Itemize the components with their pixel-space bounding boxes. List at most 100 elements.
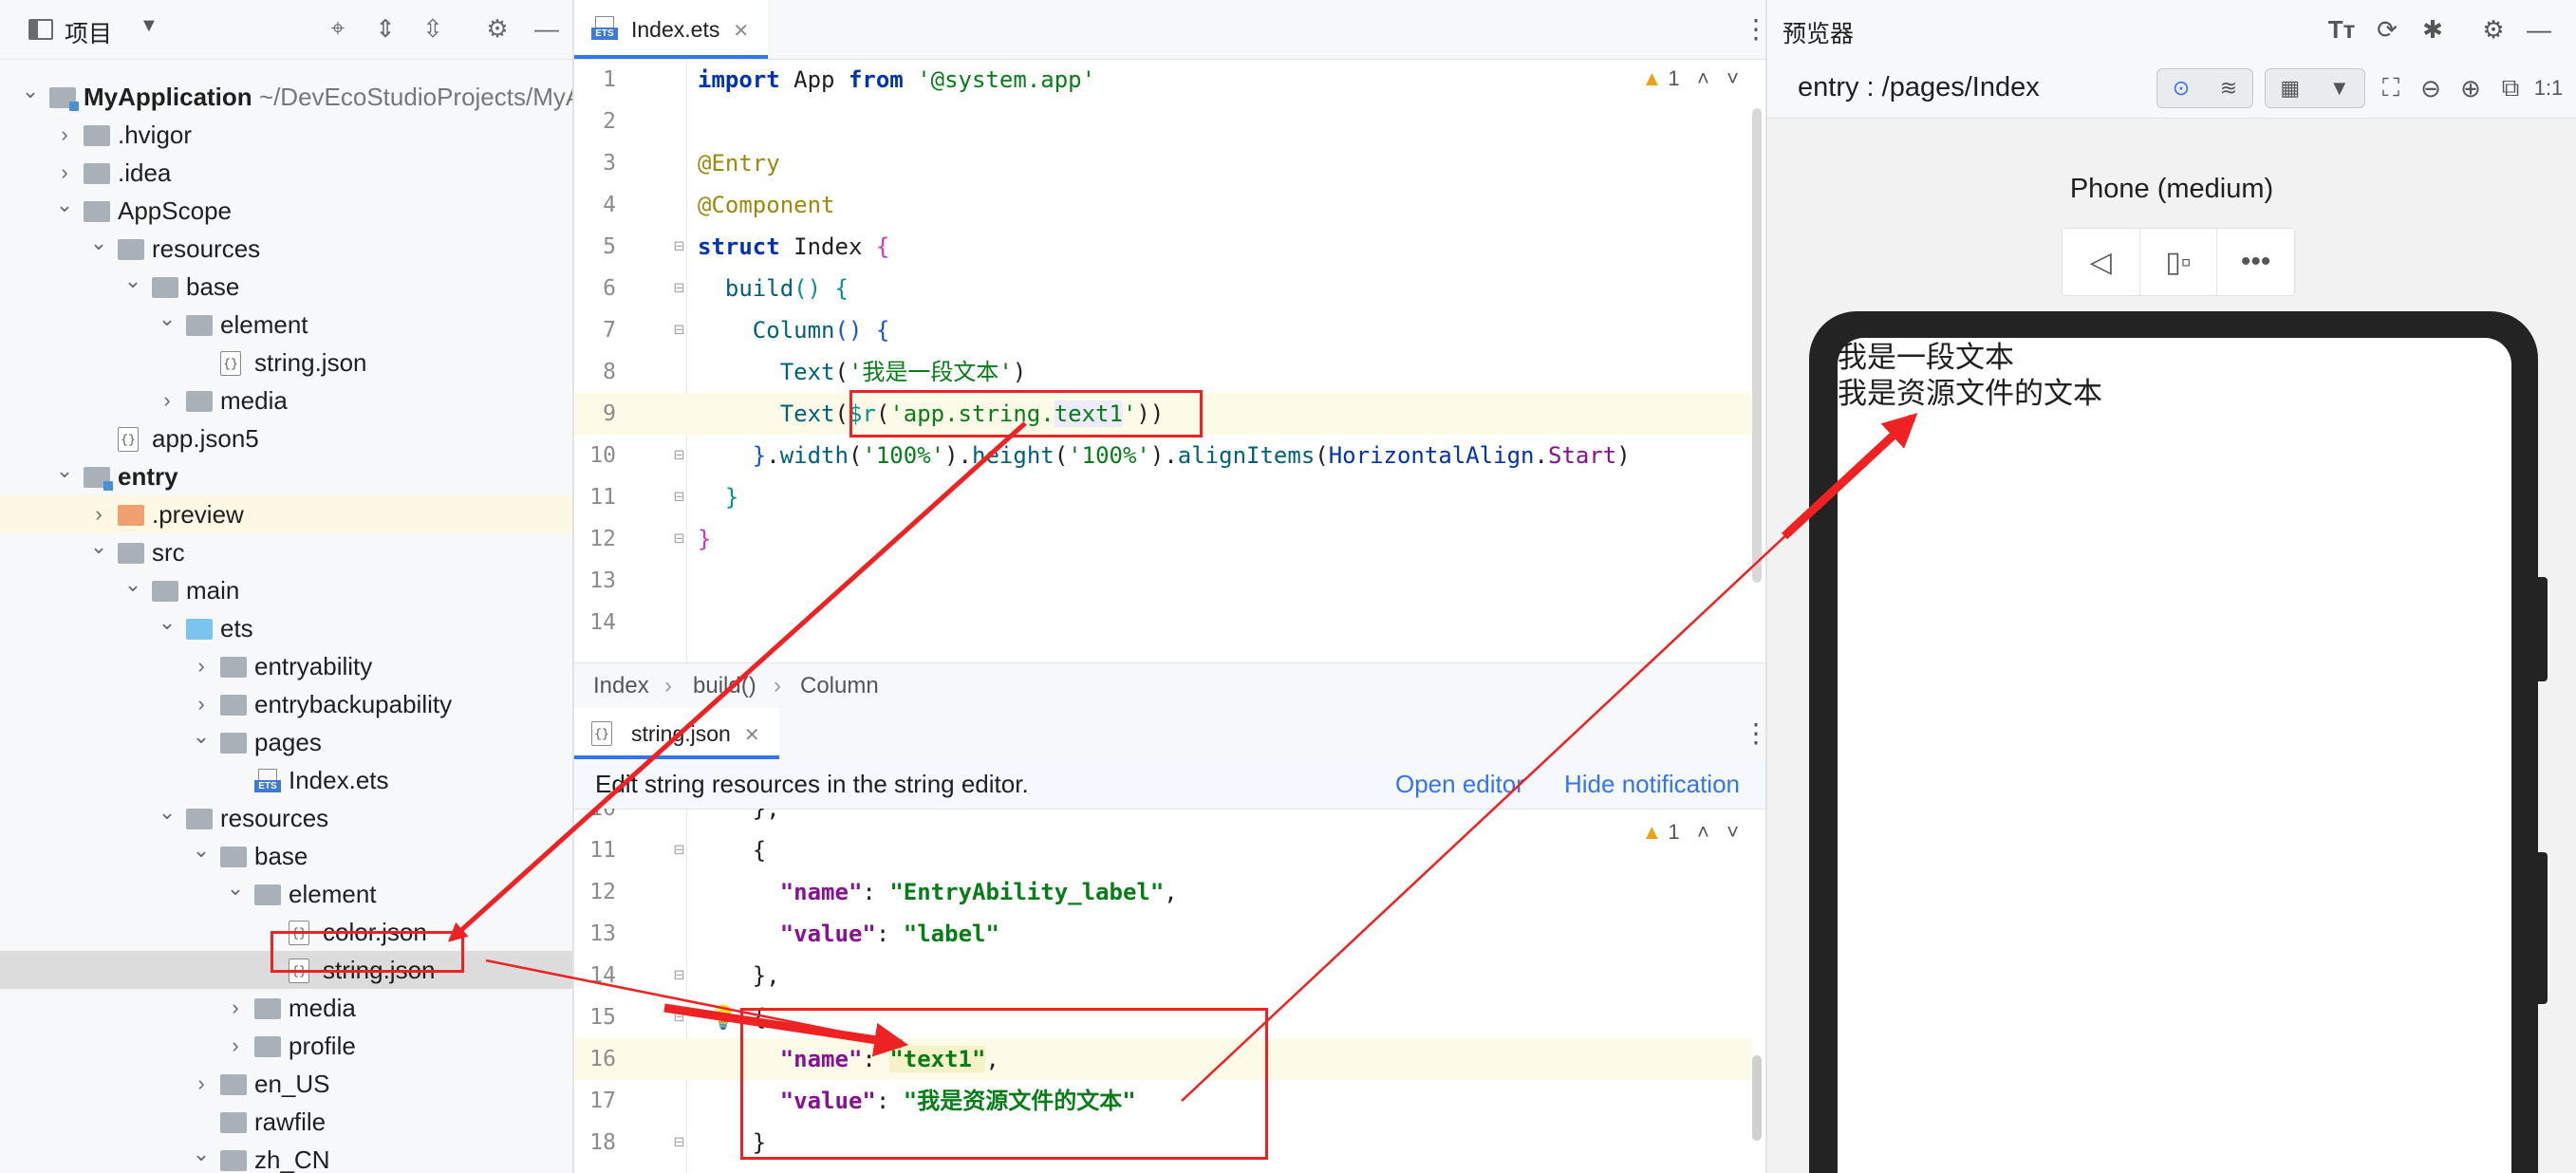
project-view-icon[interactable] xyxy=(28,19,53,40)
chevron-down-icon[interactable]: ⌄ xyxy=(192,1135,211,1173)
tree-item[interactable]: ⌄ element xyxy=(0,306,572,344)
fold-icon[interactable]: ⊟ xyxy=(674,309,684,351)
chevron-right-icon[interactable]: › xyxy=(192,1065,211,1103)
actual-size-button[interactable]: 1:1 xyxy=(2532,70,2565,106)
code-line[interactable]: 1 import App from '@system.app' xyxy=(574,59,1751,101)
more-icon[interactable]: ⋮ xyxy=(1743,13,1765,45)
tree-item[interactable]: › entrybackupability xyxy=(0,685,572,723)
open-editor-link[interactable]: Open editor xyxy=(1395,759,1524,809)
chevron-down-icon[interactable]: ⌄ xyxy=(192,717,211,755)
chevron-down-icon[interactable]: ▼ xyxy=(140,15,159,37)
scrollbar[interactable] xyxy=(1752,1055,1762,1141)
fold-icon[interactable]: ⊟ xyxy=(674,268,684,309)
tree-item[interactable]: {} string.json xyxy=(0,344,572,382)
expand-all-icon[interactable]: ⇕ xyxy=(370,13,401,44)
rotate-device-icon[interactable]: ▯▫ xyxy=(2140,229,2218,295)
code-line[interactable]: 14 xyxy=(574,602,1751,643)
font-size-icon[interactable]: Tт xyxy=(2325,11,2358,47)
tree-item[interactable]: ⌄ resources xyxy=(0,799,572,837)
tree-item[interactable]: › .preview xyxy=(0,495,572,533)
refresh-icon[interactable]: ⟳ xyxy=(2371,11,2403,47)
crop-icon[interactable]: ⛶ xyxy=(2375,70,2407,106)
tab-index-ets[interactable]: ETS Index.ets ✕ xyxy=(574,0,769,59)
fold-icon[interactable]: ⊟ xyxy=(674,226,684,268)
breadcrumb-item[interactable]: Index xyxy=(593,663,649,709)
chevron-down-icon[interactable]: ⌄ xyxy=(123,566,142,604)
inspector-icon[interactable]: ⊙ xyxy=(2173,76,2190,101)
more-icon[interactable]: ⋮ xyxy=(1743,717,1765,749)
chevron-down-icon[interactable]: ⌄ xyxy=(158,604,177,642)
more-icon[interactable]: ••• xyxy=(2217,229,2294,295)
bug-icon[interactable]: ✱ xyxy=(2417,11,2449,47)
tree-item[interactable]: › profile xyxy=(0,1027,572,1065)
chevron-down-icon[interactable]: ⌄ xyxy=(226,869,245,907)
code-line[interactable]: 13 "value": "label" xyxy=(574,913,1751,955)
tree-item[interactable]: ⌄ pages xyxy=(0,723,572,761)
fold-icon[interactable]: ⊟ xyxy=(674,996,684,1038)
layout-dropdown[interactable]: ▦ ▼ xyxy=(2265,68,2365,108)
fold-icon[interactable]: ⊟ xyxy=(674,476,684,518)
chevron-down-icon[interactable]: ⌄ xyxy=(192,831,211,869)
chevron-right-icon[interactable]: › xyxy=(226,1027,245,1065)
minimize-icon[interactable]: — xyxy=(2523,11,2555,47)
chevron-down-icon[interactable]: ⌄ xyxy=(55,186,74,224)
gear-icon[interactable]: ⚙ xyxy=(2477,11,2510,47)
tree-item[interactable]: {} app.json5 xyxy=(0,419,572,457)
fold-icon[interactable]: ⊟ xyxy=(674,435,684,476)
tree-item[interactable]: › media xyxy=(0,382,572,419)
breadcrumb-item[interactable]: Column xyxy=(800,663,879,709)
tree-item[interactable]: ⌄ base xyxy=(0,837,572,875)
gear-icon[interactable]: ⚙ xyxy=(482,13,513,44)
inspector-toggle[interactable]: ⊙ ≋ xyxy=(2156,68,2253,108)
tree-item[interactable]: ETS Index.ets xyxy=(0,761,572,799)
code-editor-top[interactable]: ▲ 1 ˄ ˅ 1 import App from '@system.app' 2 3… xyxy=(574,59,1765,662)
fold-icon[interactable]: ⊟ xyxy=(674,1122,684,1164)
chevron-down-icon[interactable]: ⌄ xyxy=(89,528,108,566)
back-icon[interactable]: ◁ xyxy=(2063,229,2140,295)
chevron-down-icon[interactable]: ⌄ xyxy=(123,262,142,300)
tree-item[interactable]: ⌄ src xyxy=(0,533,572,571)
close-icon[interactable]: ✕ xyxy=(744,725,760,746)
code-line[interactable]: 2 xyxy=(574,101,1751,142)
chevron-down-icon[interactable]: ⌄ xyxy=(89,224,108,262)
code-line[interactable]: 3 @Entry xyxy=(574,142,1751,184)
code-line[interactable]: 13 xyxy=(574,560,1751,602)
chevron-right-icon[interactable]: › xyxy=(226,989,245,1027)
code-line[interactable]: 7 ⊟ Column() { xyxy=(574,309,1751,351)
zoom-in-icon[interactable]: ⊕ xyxy=(2455,70,2487,106)
chevron-down-icon[interactable]: ⌄ xyxy=(158,300,177,338)
chevron-right-icon[interactable]: › xyxy=(158,382,177,419)
tree-item[interactable]: rawfile xyxy=(0,1103,572,1141)
tree-item[interactable]: ⌄ element xyxy=(0,875,572,913)
code-line[interactable]: 6 ⊟ build() { xyxy=(574,268,1751,309)
close-icon[interactable]: ✕ xyxy=(733,21,749,42)
chevron-right-icon[interactable]: › xyxy=(192,647,211,685)
layers-icon[interactable]: ≋ xyxy=(2220,76,2237,101)
chevron-down-icon[interactable]: ⌄ xyxy=(158,793,177,831)
breadcrumb-item[interactable]: build() xyxy=(693,663,756,709)
scrollbar[interactable] xyxy=(1752,108,1762,583)
chevron-down-icon[interactable]: ⌄ xyxy=(55,452,74,490)
tree-item[interactable]: ⌄ resources xyxy=(0,230,572,268)
code-line[interactable]: 8 Text('我是一段文本') xyxy=(574,351,1751,393)
chevron-right-icon[interactable]: › xyxy=(55,116,74,154)
fold-icon[interactable]: ⊟ xyxy=(674,518,684,560)
fold-icon[interactable]: ⊟ xyxy=(674,955,684,996)
tree-item[interactable]: › media xyxy=(0,989,572,1027)
code-line[interactable]: 14 ⊟ }, xyxy=(574,955,1751,996)
zoom-out-icon[interactable]: ⊖ xyxy=(2415,70,2447,106)
code-line[interactable]: 11 ⊟ } xyxy=(574,476,1751,518)
tree-item[interactable]: › .hvigor xyxy=(0,116,572,154)
tree-item[interactable]: › en_US xyxy=(0,1065,572,1103)
tree-item[interactable]: ⌄ AppScope xyxy=(0,192,572,230)
tree-item[interactable]: ⌄ ets xyxy=(0,609,572,647)
code-line[interactable]: 4 @Component xyxy=(574,184,1751,226)
tab-string-json[interactable]: {} string.json ✕ xyxy=(574,708,779,759)
code-line[interactable]: 12 "name": "EntryAbility_label", xyxy=(574,871,1751,913)
collapse-all-icon[interactable]: ⇳ xyxy=(418,13,448,44)
tree-item[interactable]: ⌄ MyApplication ~/DevEcoStudioProjects/My… xyxy=(0,78,572,116)
target-icon[interactable]: ⌖ xyxy=(323,13,353,44)
hide-notification-link[interactable]: Hide notification xyxy=(1564,759,1740,809)
tree-item[interactable]: ⌄ base xyxy=(0,268,572,306)
tree-item[interactable]: ⌄ entry xyxy=(0,457,572,495)
